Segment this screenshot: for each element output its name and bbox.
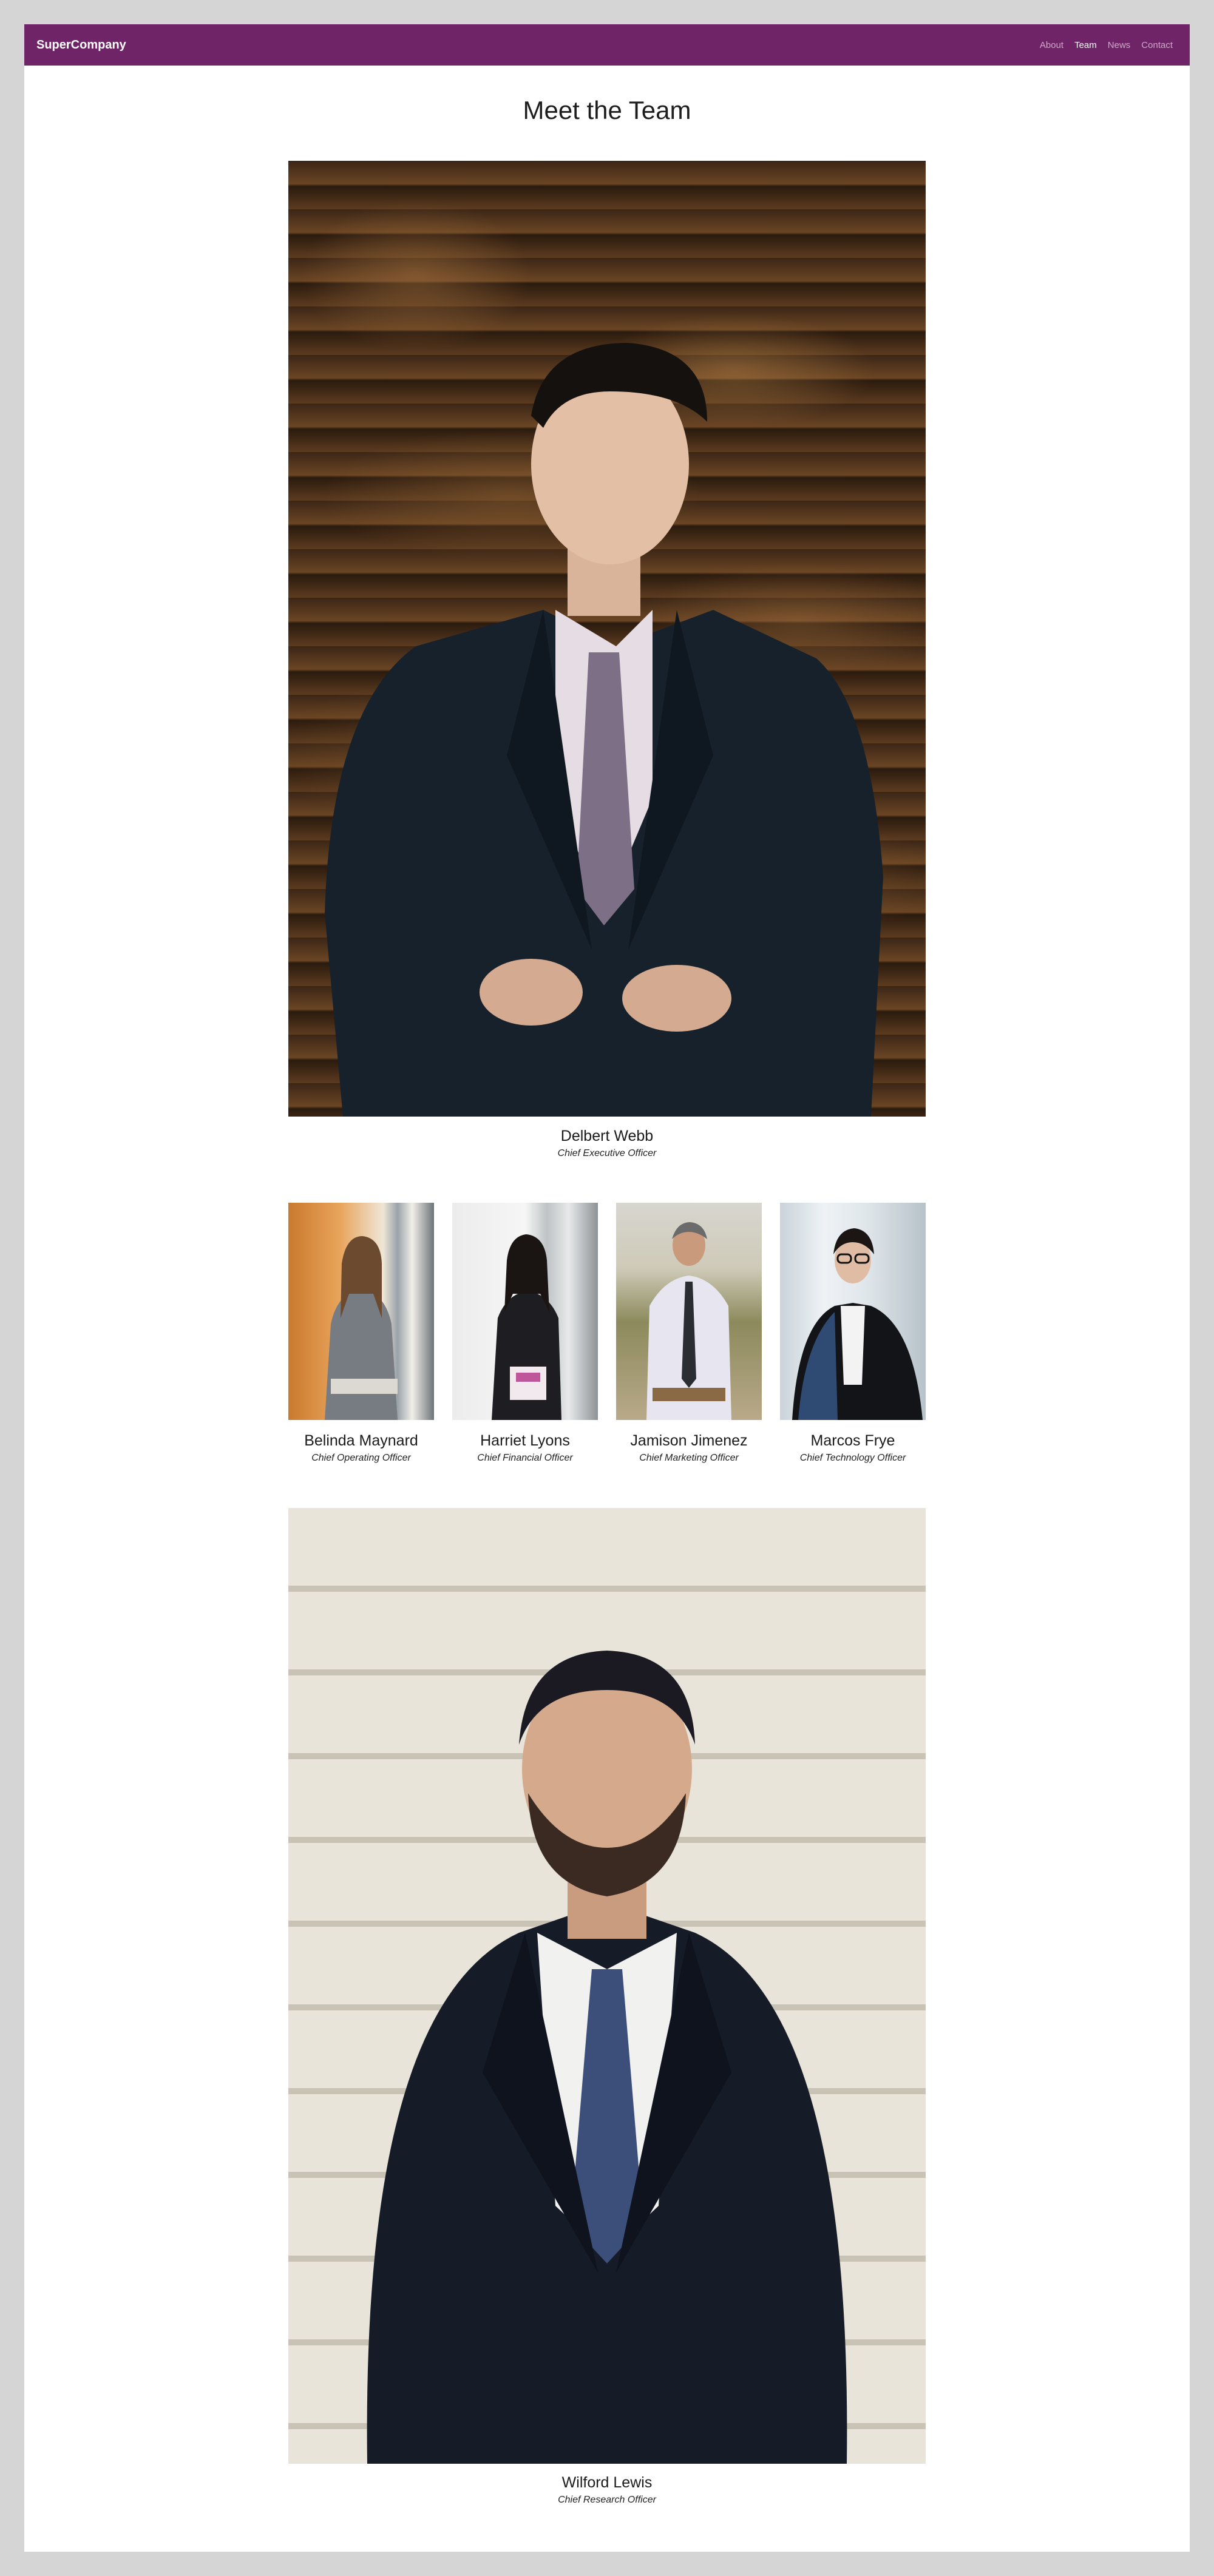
- page-title: Meet the Team: [523, 96, 691, 124]
- portrait-figure: [792, 1228, 923, 1420]
- team-photo-member-1: [288, 1203, 434, 1420]
- member-name-3: Jamison Jimenez: [630, 1432, 748, 1449]
- member-name-4: Marcos Frye: [810, 1432, 895, 1449]
- member-role-2: Chief Financial Officer: [477, 1453, 573, 1463]
- team-photo-member-3: [616, 1203, 762, 1420]
- main-nav: About Team News Contact: [1029, 24, 1173, 66]
- team-photo-member-2: [452, 1203, 598, 1420]
- page-container: SuperCompany About Team News Contact Mee…: [24, 24, 1190, 2552]
- member-role-lead: Chief Executive Officer: [557, 1148, 657, 1158]
- team-photo-member-4: [780, 1203, 926, 1420]
- member-name-1: Belinda Maynard: [304, 1432, 418, 1449]
- member-name-lead: Delbert Webb: [560, 1127, 654, 1144]
- portrait-figure: [325, 343, 883, 1117]
- member-role-1: Chief Operating Officer: [311, 1453, 411, 1463]
- portrait-figure: [367, 1651, 847, 2464]
- portrait-figure: [325, 1236, 398, 1420]
- nav-link-contact[interactable]: Contact: [1141, 40, 1173, 50]
- member-role-4: Chief Technology Officer: [799, 1453, 906, 1463]
- member-role-3: Chief Marketing Officer: [639, 1453, 739, 1463]
- nav-link-team[interactable]: Team: [1074, 40, 1097, 50]
- member-name-footer: Wilford Lewis: [561, 2474, 653, 2491]
- top-navbar: SuperCompany About Team News Contact: [24, 24, 1190, 66]
- nav-link-about[interactable]: About: [1040, 40, 1063, 50]
- member-role-footer: Chief Research Officer: [558, 2495, 656, 2505]
- team-photo-footer: [288, 1508, 926, 2464]
- team-photo-lead: [288, 161, 926, 1117]
- member-name-2: Harriet Lyons: [480, 1432, 570, 1449]
- portrait-figure: [492, 1234, 561, 1420]
- nav-link-news[interactable]: News: [1108, 40, 1131, 50]
- portrait-figure: [646, 1222, 731, 1420]
- brand-logo[interactable]: SuperCompany: [36, 24, 126, 66]
